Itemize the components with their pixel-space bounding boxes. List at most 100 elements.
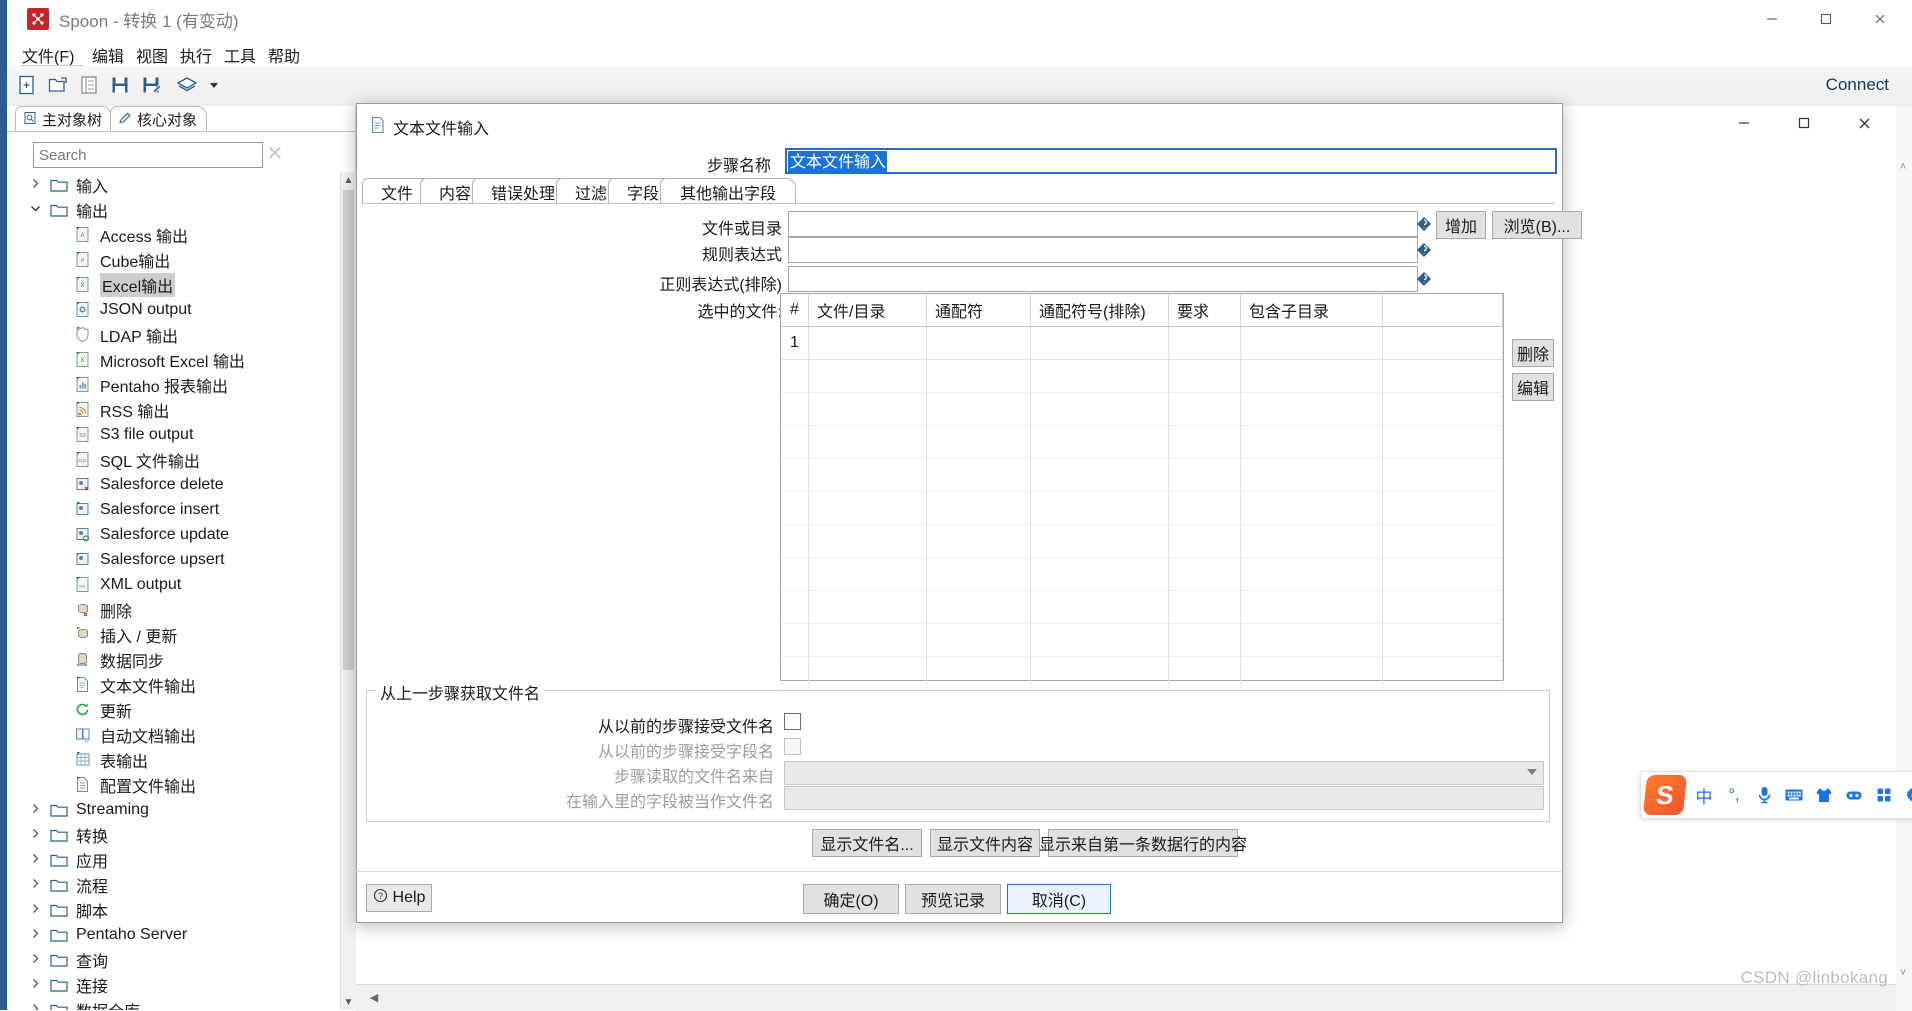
table-column-header[interactable]: 要求 xyxy=(1169,294,1241,326)
connect-label[interactable]: Connect xyxy=(1826,75,1889,95)
table-cell[interactable] xyxy=(809,525,927,557)
table-empty-row[interactable] xyxy=(781,624,1503,657)
table-column-header[interactable]: # xyxy=(781,294,809,326)
tree-folder-item[interactable]: Streaming xyxy=(7,797,339,822)
canvas-scroll-left-icon[interactable]: ◀ xyxy=(366,988,382,1006)
chevron-right-icon[interactable] xyxy=(29,927,45,943)
core-objects-tree[interactable]: 输入 输出 A Access 输出 # Cube输出 X Excel输出 JSON output… xyxy=(7,172,339,1010)
table-cell[interactable] xyxy=(1031,591,1169,623)
save-icon[interactable] xyxy=(109,74,133,98)
tree-step-item[interactable]: S3 S3 file output xyxy=(7,422,339,447)
toolbox-icon[interactable] xyxy=(1839,775,1869,815)
tree-folder-item[interactable]: 应用 xyxy=(7,847,339,872)
table-cell[interactable] xyxy=(1169,492,1241,524)
table-cell[interactable] xyxy=(781,393,809,425)
tree-folder-item[interactable]: 输出 xyxy=(7,197,339,222)
tree-step-item[interactable]: Salesforce delete xyxy=(7,472,339,497)
table-empty-row[interactable] xyxy=(781,393,1503,426)
tree-step-item[interactable]: 更新 xyxy=(7,697,339,722)
table-cell[interactable] xyxy=(1031,492,1169,524)
menu-tools[interactable]: 工具 xyxy=(217,41,263,69)
table-cell[interactable] xyxy=(1241,459,1383,491)
table-cell[interactable] xyxy=(1241,393,1383,425)
chevron-right-icon[interactable] xyxy=(29,902,45,918)
window-minimize-button[interactable] xyxy=(1745,0,1799,38)
regex-exclude-field[interactable] xyxy=(789,267,1417,291)
table-cell[interactable] xyxy=(1241,591,1383,623)
table-cell[interactable] xyxy=(781,591,809,623)
table-cell[interactable] xyxy=(1241,624,1383,656)
search-input-field[interactable] xyxy=(34,143,262,167)
accept-fieldnames-checkbox[interactable] xyxy=(784,738,801,755)
table-cell[interactable] xyxy=(1169,558,1241,590)
ime-toolbar[interactable]: S 中 °, xyxy=(1640,771,1912,819)
table-cell[interactable] xyxy=(1241,360,1383,392)
tree-step-item[interactable]: 删除 xyxy=(7,597,339,622)
save-as-icon[interactable] xyxy=(140,74,164,98)
table-cell[interactable] xyxy=(1169,525,1241,557)
tree-step-item[interactable]: X Excel输出 xyxy=(7,272,339,297)
table-cell[interactable] xyxy=(927,525,1031,557)
table-cell[interactable] xyxy=(927,624,1031,656)
list-icon[interactable] xyxy=(78,74,102,98)
table-cell[interactable] xyxy=(1031,525,1169,557)
layers-icon[interactable] xyxy=(175,74,203,98)
table-cell[interactable] xyxy=(927,327,1031,359)
tree-folder-item[interactable]: 脚本 xyxy=(7,897,339,922)
table-empty-row[interactable] xyxy=(781,492,1503,525)
table-cell[interactable] xyxy=(1169,624,1241,656)
window-maximize-button[interactable] xyxy=(1799,0,1853,38)
tree-folder-item[interactable]: Pentaho Server xyxy=(7,922,339,947)
variable-diamond-icon[interactable] xyxy=(1416,216,1432,232)
scroll-up-icon[interactable]: ▲ xyxy=(341,172,356,188)
ime-chinese-mode-icon[interactable]: 中 xyxy=(1689,775,1719,815)
file-or-directory-input[interactable] xyxy=(788,211,1418,237)
table-empty-row[interactable] xyxy=(781,558,1503,591)
table-cell[interactable] xyxy=(927,393,1031,425)
table-cell[interactable] xyxy=(1169,327,1241,359)
table-cell[interactable] xyxy=(809,426,927,458)
table-cell[interactable] xyxy=(781,459,809,491)
chevron-right-icon[interactable] xyxy=(29,877,45,893)
tree-folder-item[interactable]: 连接 xyxy=(7,972,339,997)
chevron-right-icon[interactable] xyxy=(29,1002,45,1010)
table-cell[interactable] xyxy=(781,525,809,557)
search-input[interactable] xyxy=(33,142,263,168)
selected-files-table[interactable]: # 文件/目录 通配符 通配符号(排除) 要求 包含子目录 1 xyxy=(780,293,1504,690)
table-cell[interactable] xyxy=(1169,459,1241,491)
tree-folder-item[interactable]: 数据仓库 xyxy=(7,997,339,1010)
table-cell[interactable] xyxy=(1241,327,1383,359)
table-cell[interactable] xyxy=(1241,525,1383,557)
help-button[interactable]: ? Help xyxy=(366,884,432,912)
step-source-combo[interactable] xyxy=(784,761,1544,785)
table-cell[interactable] xyxy=(1241,426,1383,458)
table-cell[interactable] xyxy=(1031,426,1169,458)
tree-step-item[interactable]: 数据同步 xyxy=(7,647,339,672)
table-cell[interactable] xyxy=(1169,393,1241,425)
tree-folder-item[interactable]: 流程 xyxy=(7,872,339,897)
table-cell[interactable] xyxy=(781,657,809,689)
table-cell[interactable] xyxy=(1031,393,1169,425)
table-cell[interactable] xyxy=(1241,558,1383,590)
settings-icon[interactable] xyxy=(1899,775,1912,815)
variable-diamond-icon[interactable] xyxy=(1416,271,1432,287)
table-empty-row[interactable] xyxy=(781,525,1503,558)
tree-step-item[interactable]: XML XML output xyxy=(7,572,339,597)
accept-filenames-checkbox[interactable] xyxy=(784,713,801,730)
open-file-icon[interactable] xyxy=(47,74,71,98)
chevron-right-icon[interactable] xyxy=(29,852,45,868)
tree-step-item[interactable]: 配置文件输出 xyxy=(7,772,339,797)
chevron-right-icon[interactable] xyxy=(29,977,45,993)
table-cell[interactable] xyxy=(809,327,927,359)
table-cell[interactable] xyxy=(781,492,809,524)
tree-folder-item[interactable]: 输入 xyxy=(7,172,339,197)
keyboard-icon[interactable] xyxy=(1779,775,1809,815)
tree-step-item[interactable]: Pentaho 报表输出 xyxy=(7,372,339,397)
add-button[interactable]: 增加 xyxy=(1436,211,1486,239)
chevron-down-icon[interactable] xyxy=(207,74,223,98)
table-cell[interactable] xyxy=(781,624,809,656)
scrollbar-thumb[interactable] xyxy=(343,190,354,670)
field-as-filename-input[interactable] xyxy=(784,786,1544,810)
variable-diamond-icon[interactable] xyxy=(1416,242,1432,258)
table-cell[interactable] xyxy=(927,657,1031,689)
